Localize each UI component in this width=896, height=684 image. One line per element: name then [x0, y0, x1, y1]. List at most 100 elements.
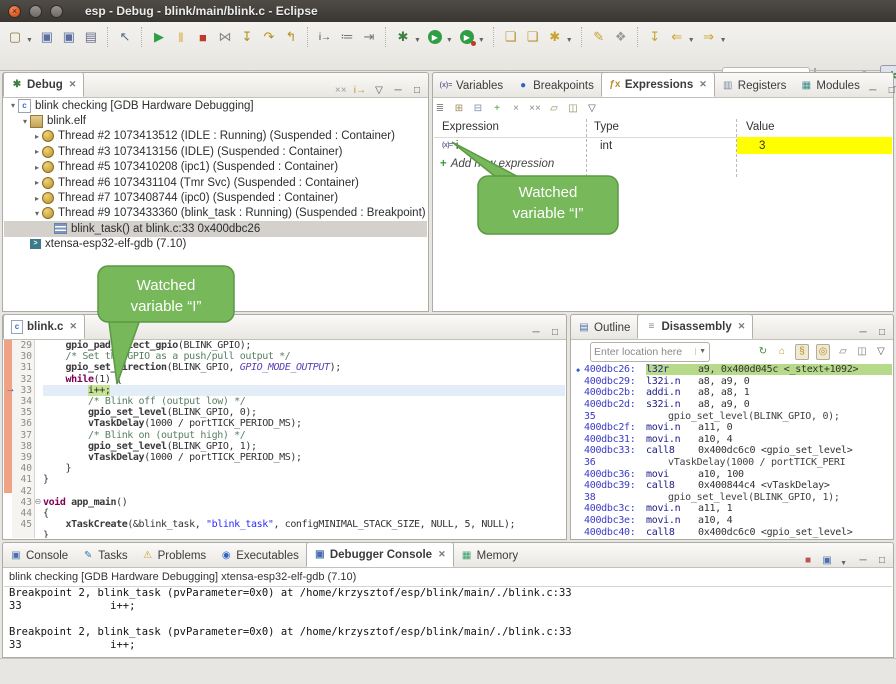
line-number[interactable]: 45 [12, 519, 32, 530]
last-edit-location-icon[interactable]: ↧ [645, 27, 665, 47]
expr-tab-breakpoints[interactable]: ●Breakpoints [510, 74, 601, 97]
show-source-icon[interactable]: § [795, 344, 809, 360]
display-selected-console-icon[interactable]: ▣ [821, 553, 833, 567]
expander-icon[interactable]: ▸ [32, 163, 42, 172]
line-number[interactable]: 30 [12, 351, 32, 362]
line-number[interactable]: 44 [12, 508, 32, 519]
expander-icon[interactable]: ▸ [32, 132, 42, 141]
code-line[interactable]: /* Blink on (output high) */ [43, 430, 565, 441]
expr-tab-variables[interactable]: (x)=Variables [433, 74, 510, 97]
step-return-icon[interactable]: ↰ [281, 27, 301, 47]
new-view-icon[interactable]: ▱ [837, 345, 849, 359]
console-tab-memory[interactable]: ▦Memory [454, 544, 526, 567]
new-cpp-project-icon[interactable]: ❏ [501, 27, 521, 47]
forward-dropdown-icon[interactable]: ▼ [720, 37, 727, 44]
search-dropdown-icon[interactable]: ▼ [566, 37, 573, 44]
console-tab-problems[interactable]: ⚠Problems [135, 544, 214, 567]
expr-tab-expressions[interactable]: ƒxExpressions✕ [601, 72, 715, 97]
expander-icon[interactable]: ▾ [20, 117, 30, 126]
pin-view-icon[interactable]: ◫ [567, 102, 579, 116]
expr-tab-modules[interactable]: ▦Modules [793, 74, 866, 97]
open-element-icon[interactable]: ❏ [523, 27, 543, 47]
minimize-icon[interactable]: ─ [857, 325, 869, 339]
forward-icon[interactable]: ⇒ [699, 27, 719, 47]
expr-tab-registers[interactable]: ▥Registers [715, 74, 794, 97]
dasm-tab-outline[interactable]: ▤Outline [571, 316, 637, 339]
resume-icon[interactable]: ▶ [149, 27, 169, 47]
back-icon[interactable]: ⇐ [667, 27, 687, 47]
add-expression-icon[interactable]: + [491, 102, 503, 116]
run-dropdown-icon[interactable]: ▼ [446, 37, 453, 44]
minimize-icon[interactable]: ─ [530, 325, 542, 339]
code-line[interactable]: vTaskDelay(1000 / portTICK_PERIOD_MS); [43, 418, 565, 429]
remove-all-terminated-icon[interactable]: ×× [335, 83, 347, 97]
code-line[interactable]: gpio_pad_select_gpio(BLINK_GPIO); [43, 340, 565, 351]
line-number[interactable]: 38 [12, 441, 32, 452]
search-icon[interactable]: ✱ [545, 27, 565, 47]
minimize-icon[interactable]: ─ [867, 83, 879, 97]
use-step-filters-icon[interactable]: ⇥ [359, 27, 379, 47]
step-over-icon[interactable]: ↷ [259, 27, 279, 47]
line-number[interactable]: 40 [12, 463, 32, 474]
line-number[interactable]: 29 [12, 340, 32, 351]
console-tab-executables[interactable]: ◉Executables [213, 544, 306, 567]
show-full-paths-icon[interactable]: ≔ [337, 27, 357, 47]
tree-row[interactable]: >xtensa-esp32-elf-gdb (7.10) [4, 237, 427, 252]
add-new-expression-row[interactable]: +Add new expression [434, 155, 892, 172]
window-minimize-button[interactable] [29, 5, 42, 18]
expander-icon[interactable]: ▾ [32, 209, 42, 218]
home-icon[interactable]: ⌂ [776, 345, 788, 359]
code-line[interactable]: gpio_set_direction(BLINK_GPIO, GPIO_MODE… [43, 362, 565, 373]
debug-icon[interactable]: ✱ [393, 27, 413, 47]
location-dropdown-icon[interactable]: ▼ [695, 348, 706, 355]
maximize-icon[interactable]: □ [549, 325, 561, 339]
show-logical-structure-icon[interactable]: ⊞ [453, 102, 465, 116]
line-number[interactable]: 42 [12, 486, 32, 497]
fold-minus-icon[interactable]: ⊖ [33, 497, 43, 506]
skip-all-breakpoints-icon[interactable]: ↖ [115, 27, 135, 47]
debug-tab-debug[interactable]: ✱Debug✕ [3, 72, 84, 97]
tree-row[interactable]: ▾Thread #9 1073433360 (blink_task : Runn… [4, 206, 427, 221]
save-all-icon[interactable]: ▣ [59, 27, 79, 47]
step-into-icon[interactable]: ↧ [237, 27, 257, 47]
tab-close-icon[interactable]: ✕ [699, 79, 707, 90]
tab-close-icon[interactable]: ✕ [69, 321, 77, 332]
editor-code-area[interactable]: gpio_pad_select_gpio(BLINK_GPIO); /* Set… [43, 340, 565, 538]
expander-icon[interactable]: ▾ [8, 101, 18, 110]
console-tab-tasks[interactable]: ✎Tasks [75, 544, 134, 567]
console-tab-console[interactable]: ▣Console [3, 544, 75, 567]
display-selected-console-dropdown-icon[interactable]: ▼ [840, 560, 847, 567]
console-tab-debugger-console[interactable]: ▣Debugger Console✕ [306, 542, 454, 567]
line-number[interactable]: 35 [12, 407, 32, 418]
pin-view-icon[interactable]: ◫ [856, 345, 868, 359]
tree-row[interactable]: ▸Thread #2 1073413512 (IDLE : Running) (… [4, 129, 427, 144]
line-number[interactable]: 43 [12, 497, 32, 508]
tree-row[interactable]: ▸Thread #5 1073410208 (ipc1) (Suspended … [4, 160, 427, 175]
mark-occurrences-icon[interactable]: ✎ [589, 27, 609, 47]
dasm-tab-disassembly[interactable]: ≡Disassembly✕ [637, 314, 753, 339]
code-line[interactable]: xTaskCreate(&blink_task, "blink_task", c… [43, 519, 565, 530]
show-type-names-icon[interactable]: ≣ [434, 102, 446, 116]
new-wizard-dropdown-icon[interactable]: ▼ [26, 37, 33, 44]
maximize-icon[interactable]: □ [876, 325, 888, 339]
breakpoint-arrow-icon[interactable]: → [4, 384, 17, 395]
tab-close-icon[interactable]: ✕ [438, 549, 446, 560]
expander-icon[interactable]: ▸ [32, 194, 42, 203]
line-number[interactable]: 34 [12, 396, 32, 407]
column-header-type[interactable]: Type [594, 121, 619, 133]
tab-close-icon[interactable]: ✕ [738, 321, 746, 332]
refresh-icon[interactable]: ↻ [757, 345, 769, 359]
code-line[interactable]: } [43, 474, 565, 485]
line-number[interactable]: 39 [12, 452, 32, 463]
new-wizard-icon[interactable]: ▢ [5, 27, 25, 47]
tree-row[interactable]: ▾cblink checking [GDB Hardware Debugging… [4, 98, 427, 113]
maximize-icon[interactable]: □ [886, 83, 896, 97]
instruction-stepping-icon[interactable]: i→ [315, 27, 335, 47]
code-line[interactable]: } [43, 463, 565, 474]
terminate-icon[interactable]: ■ [802, 553, 814, 567]
terminate-icon[interactable]: ■ [193, 27, 213, 47]
line-number[interactable]: 37 [12, 430, 32, 441]
tree-row[interactable]: ▸Thread #3 1073413156 (IDLE) (Suspended … [4, 144, 427, 159]
tree-row[interactable]: ▸Thread #7 1073408744 (ipc0) (Suspended … [4, 190, 427, 205]
tree-row[interactable]: blink_task() at blink.c:33 0x400dbc26 [4, 221, 427, 236]
